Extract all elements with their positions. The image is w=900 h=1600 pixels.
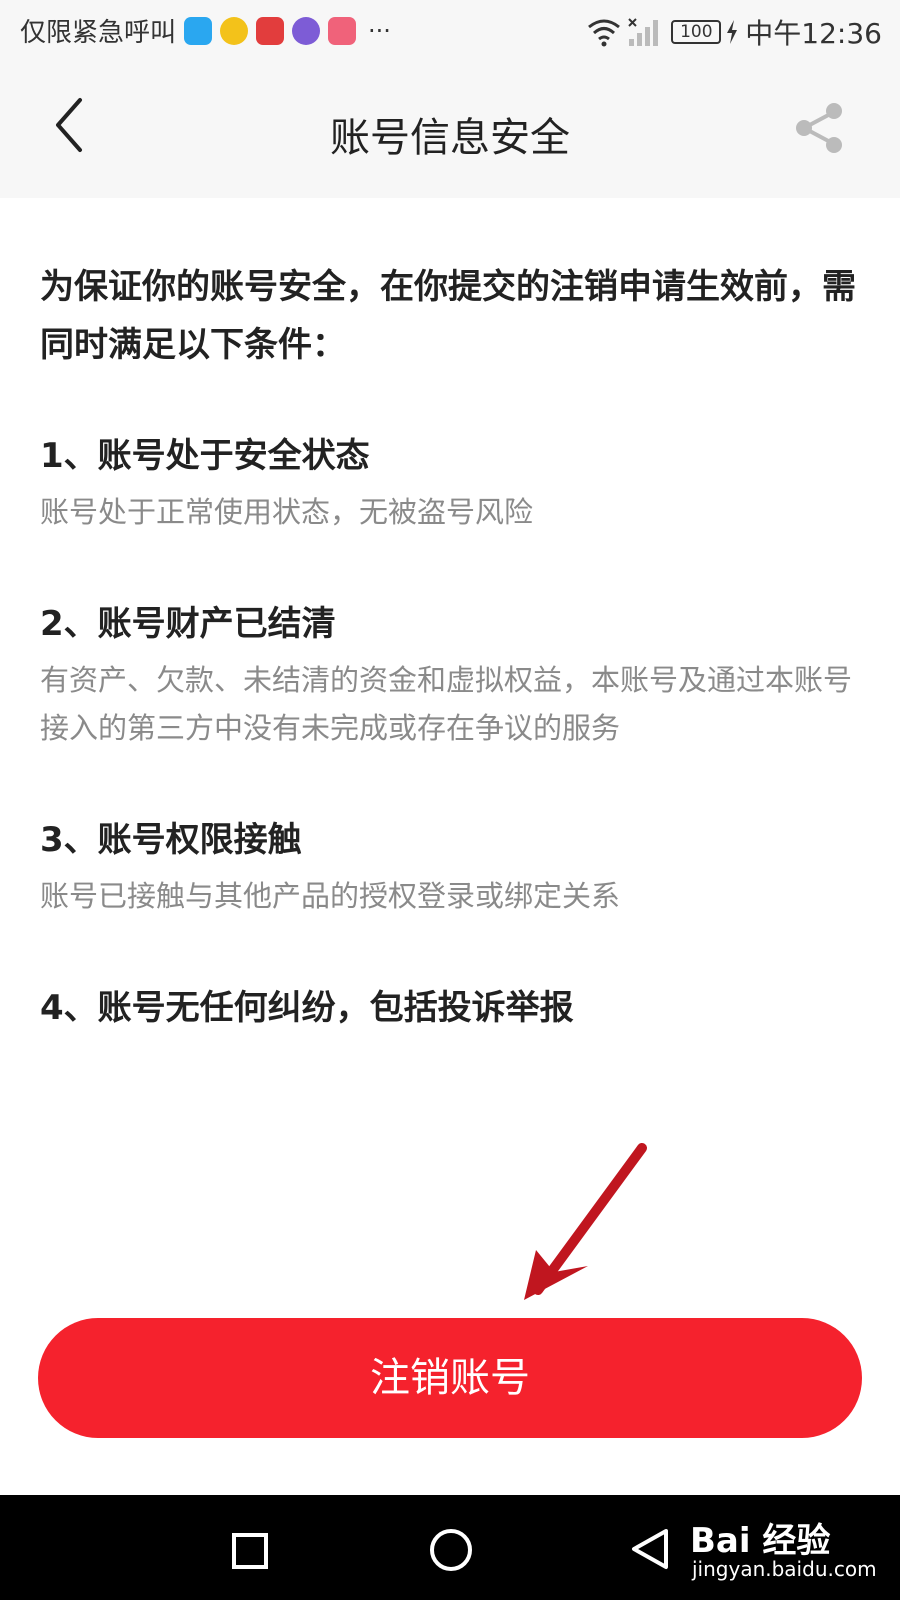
nav-back-icon[interactable] [628, 1527, 672, 1571]
title-bar: 账号信息安全 [0, 60, 900, 198]
battery-indicator: 100 [671, 20, 722, 44]
carrier-text: 仅限紧急呼叫 [20, 18, 177, 48]
recent-apps-icon[interactable] [232, 1533, 268, 1569]
annotation-arrow-icon [524, 1143, 647, 1300]
clock: 中午12:36 [745, 17, 882, 50]
condition-1-desc: 账号处于正常使用状态，无被盗号风险 [40, 495, 534, 529]
intro-text: 为保证你的账号安全，在你提交的注销申请生效前，需同时满足以下条件： [40, 267, 856, 365]
navigation-bar: Bai 经验 jingyan.baidu.com [0, 1495, 900, 1600]
signal-icon [628, 18, 659, 46]
page-title: 账号信息安全 [330, 115, 570, 161]
share-icon[interactable] [792, 100, 848, 156]
status-right: 100 中午12:36 [587, 12, 882, 52]
wifi-icon [588, 19, 621, 47]
qijia-app-icon [256, 16, 285, 45]
status-left: 仅限紧急呼叫 ··· [20, 12, 391, 49]
condition-3-desc: 账号已接触与其他产品的授权登录或绑定关系 [40, 879, 621, 913]
more-notifications-icon: ··· [368, 16, 391, 45]
cancel-account-button[interactable]: 注销账号 [38, 1318, 862, 1438]
pink-app-icon [328, 16, 357, 45]
condition-3-title: 3、账号权限接触 [40, 820, 302, 860]
home-icon[interactable] [430, 1529, 472, 1571]
condition-2-title: 2、账号财产已结清 [40, 604, 336, 644]
condition-2-desc: 有资产、欠款、未结清的资金和虚拟权益，本账号及通过本账号接入的第三方中没有未完成… [40, 663, 853, 745]
charging-icon [727, 20, 738, 44]
condition-4-title: 4、账号无任何纠纷，包括投诉举报 [40, 988, 574, 1028]
status-bar: 仅限紧急呼叫 ··· 100 中午12:36 [0, 0, 900, 60]
quan-app-icon [220, 16, 249, 45]
baidu-watermark-url: jingyan.baidu.com [692, 1557, 877, 1581]
baidu-watermark: Bai 经验 [690, 1521, 831, 1561]
condition-1-title: 1、账号处于安全状态 [40, 436, 370, 476]
purple-app-icon [292, 16, 321, 45]
shield-app-icon [184, 16, 213, 45]
